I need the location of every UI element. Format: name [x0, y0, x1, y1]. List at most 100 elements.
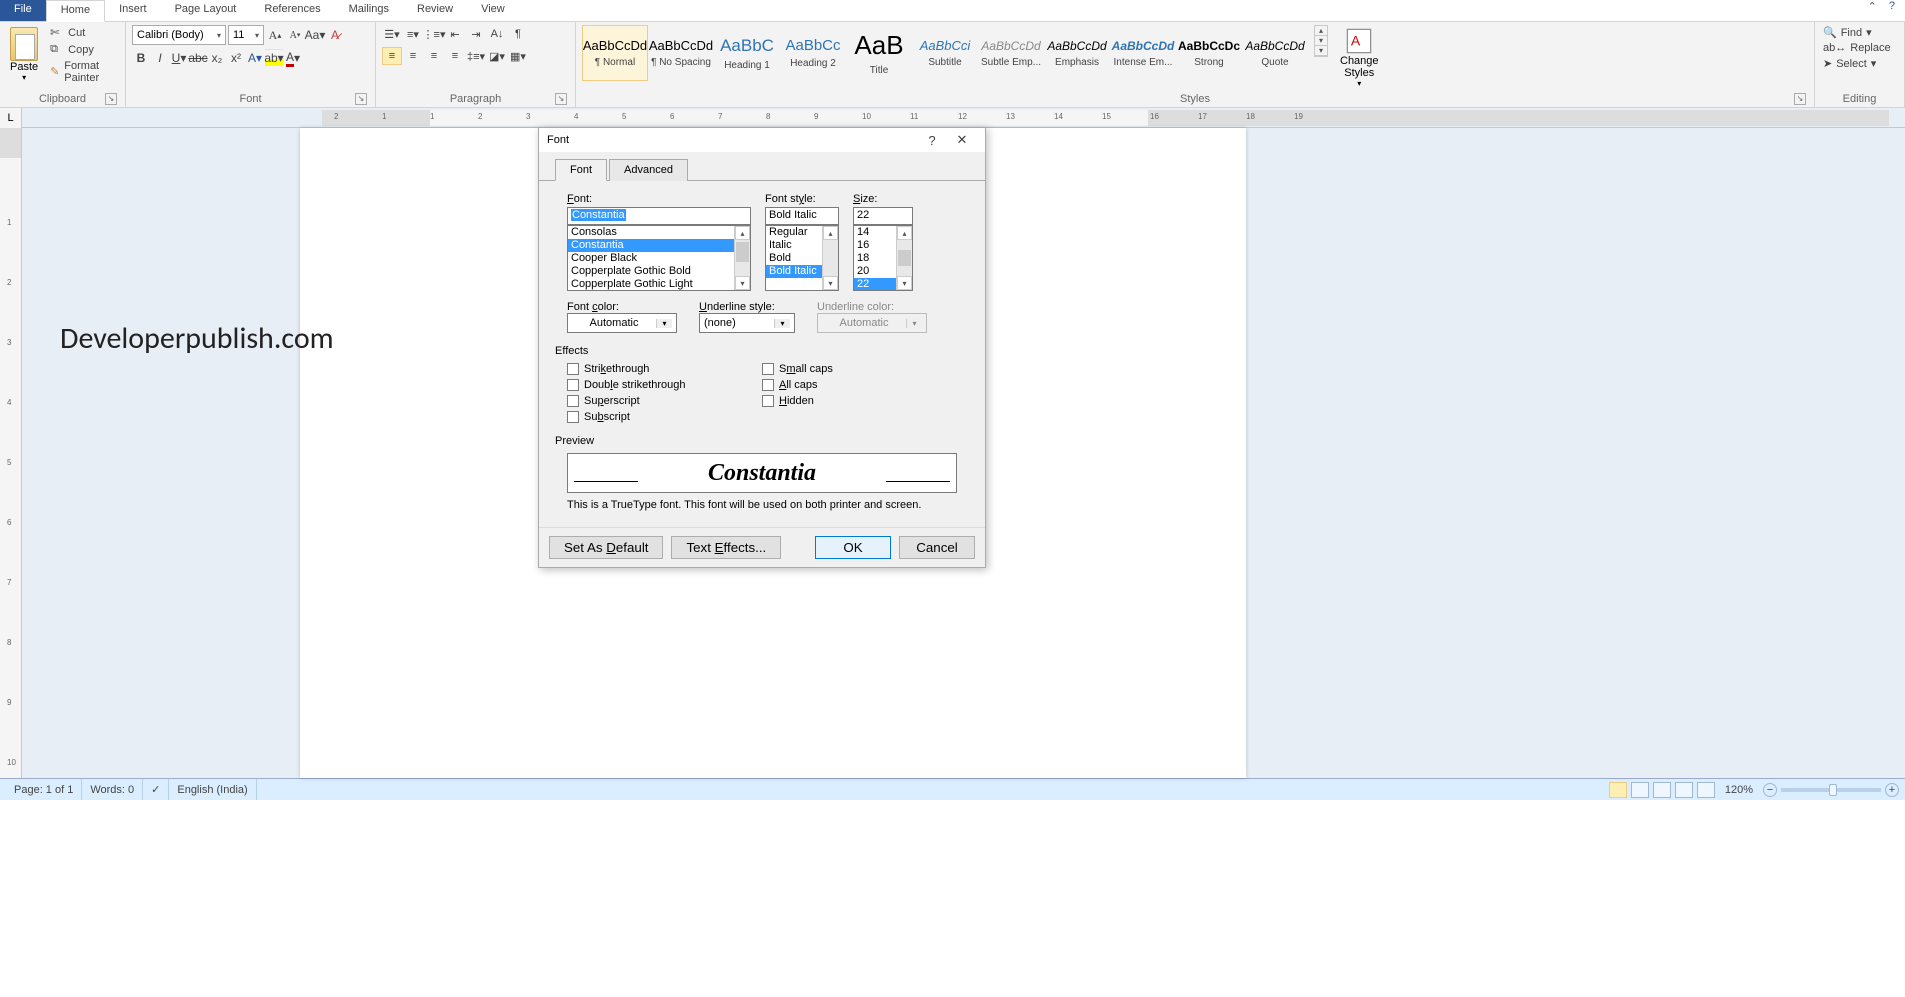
grow-font-button[interactable]: A▴ — [266, 26, 284, 44]
styles-scroll[interactable]: ▴▾▾ — [1314, 25, 1328, 57]
view-web[interactable] — [1653, 782, 1671, 798]
paragraph-launcher[interactable]: ↘ — [555, 93, 567, 105]
tab-home[interactable]: Home — [46, 0, 105, 22]
size-list-scrollbar[interactable]: ▴▾ — [896, 226, 912, 290]
font-launcher[interactable]: ↘ — [355, 93, 367, 105]
subscript-checkbox[interactable]: Subscript — [567, 411, 762, 423]
align-center-button[interactable]: ≡ — [403, 47, 423, 65]
shrink-font-button[interactable]: A▾ — [286, 26, 304, 44]
cut-button[interactable]: ✄Cut — [48, 25, 119, 41]
bold-button[interactable]: B — [132, 49, 150, 67]
change-case-button[interactable]: Aa▾ — [306, 26, 324, 44]
tab-file[interactable]: File — [0, 0, 46, 21]
set-default-button[interactable]: Set As Default — [549, 536, 663, 559]
style-item-heading1[interactable]: AaBbCHeading 1 — [714, 25, 780, 81]
style-item-heading2[interactable]: AaBbCcHeading 2 — [780, 25, 846, 81]
font-style-list[interactable]: RegularItalicBoldBold Italic▴▾ — [765, 225, 839, 291]
style-item-subtleemp[interactable]: AaBbCcDdSubtle Emp... — [978, 25, 1044, 81]
font-list-item[interactable]: Copperplate Gothic Light — [568, 278, 750, 291]
help-icon[interactable]: ? — [1889, 0, 1895, 21]
text-effects-button[interactable]: A▾ — [246, 49, 264, 67]
font-list-item[interactable]: Constantia — [568, 239, 750, 252]
borders-button[interactable]: ▦▾ — [508, 47, 528, 65]
vertical-ruler[interactable]: 12345678910 — [0, 128, 22, 778]
zoom-slider[interactable] — [1781, 788, 1881, 792]
status-proofing[interactable]: ✓ — [143, 779, 169, 800]
justify-button[interactable]: ≡ — [445, 47, 465, 65]
status-words[interactable]: Words: 0 — [82, 779, 143, 800]
style-item-quote[interactable]: AaBbCcDdQuote — [1242, 25, 1308, 81]
superscript-button[interactable]: x² — [227, 49, 245, 67]
tab-mailings[interactable]: Mailings — [335, 0, 403, 21]
tab-selector[interactable]: L — [0, 108, 22, 128]
tab-insert[interactable]: Insert — [105, 0, 161, 21]
font-color-dropdown[interactable]: Automatic▾ — [567, 313, 677, 333]
horizontal-ruler[interactable]: 1234567891011121314151617181921 — [322, 110, 1889, 126]
sort-button[interactable]: A↓ — [487, 25, 507, 43]
font-color-button[interactable]: A▾ — [284, 49, 302, 67]
highlight-button[interactable]: ab▾ — [265, 49, 283, 67]
change-styles-button[interactable]: A Change Styles ▾ — [1334, 25, 1385, 90]
style-item-normal[interactable]: AaBbCcDd¶ Normal — [582, 25, 648, 81]
indent-button[interactable]: ⇥ — [466, 25, 486, 43]
font-size-input[interactable]: 22 — [853, 207, 913, 225]
all-caps-checkbox[interactable]: All caps — [762, 379, 957, 391]
select-button[interactable]: ➤Select ▾ — [1821, 56, 1898, 71]
ok-button[interactable]: OK — [815, 536, 891, 559]
status-page[interactable]: Page: 1 of 1 — [6, 779, 82, 800]
strikethrough-checkbox[interactable]: Strikethrough — [567, 363, 762, 375]
status-language[interactable]: English (India) — [169, 779, 256, 800]
zoom-level[interactable]: 120% — [1725, 784, 1753, 796]
show-marks-button[interactable]: ¶ — [508, 25, 528, 43]
font-family-combo[interactable]: Calibri (Body)▾ — [132, 25, 226, 45]
paste-button[interactable]: Paste ▾ — [6, 25, 42, 84]
tab-review[interactable]: Review — [403, 0, 467, 21]
font-style-input[interactable]: Bold Italic — [765, 207, 839, 225]
view-print-layout[interactable] — [1609, 782, 1627, 798]
view-outline[interactable] — [1675, 782, 1693, 798]
subscript-button[interactable]: x₂ — [208, 49, 226, 67]
dialog-titlebar[interactable]: Font ? ✕ — [539, 128, 985, 152]
cancel-button[interactable]: Cancel — [899, 536, 975, 559]
styles-launcher[interactable]: ↘ — [1794, 93, 1806, 105]
outdent-button[interactable]: ⇤ — [445, 25, 465, 43]
style-item-emphasis[interactable]: AaBbCcDdEmphasis — [1044, 25, 1110, 81]
italic-button[interactable]: I — [151, 49, 169, 67]
font-list-item[interactable]: Cooper Black — [568, 252, 750, 265]
font-name-list[interactable]: ConsolasConstantiaCooper BlackCopperplat… — [567, 225, 751, 291]
replace-button[interactable]: ab↔Replace — [1821, 41, 1898, 55]
clipboard-launcher[interactable]: ↘ — [105, 93, 117, 105]
hidden-checkbox[interactable]: Hidden — [762, 395, 957, 407]
multilevel-button[interactable]: ⋮≡▾ — [424, 25, 444, 43]
find-button[interactable]: 🔍Find ▾ — [1821, 25, 1898, 40]
small-caps-checkbox[interactable]: Small caps — [762, 363, 957, 375]
underline-button[interactable]: U▾ — [170, 49, 188, 67]
view-draft[interactable] — [1697, 782, 1715, 798]
font-list-item[interactable]: Copperplate Gothic Bold — [568, 265, 750, 278]
font-list-item[interactable]: Consolas — [568, 226, 750, 239]
bullets-button[interactable]: ☰▾ — [382, 25, 402, 43]
style-item-nospacing[interactable]: AaBbCcDd¶ No Spacing — [648, 25, 714, 81]
tab-view[interactable]: View — [467, 0, 519, 21]
superscript-checkbox[interactable]: Superscript — [567, 395, 762, 407]
dialog-tab-advanced[interactable]: Advanced — [609, 159, 688, 181]
style-item-strong[interactable]: AaBbCcDcStrong — [1176, 25, 1242, 81]
style-item-subtitle[interactable]: AaBbCciSubtitle — [912, 25, 978, 81]
font-size-combo[interactable]: 11▾ — [228, 25, 264, 45]
tab-pagelayout[interactable]: Page Layout — [161, 0, 251, 21]
text-effects-button-dlg[interactable]: Text Effects... — [671, 536, 781, 559]
view-fullscreen[interactable] — [1631, 782, 1649, 798]
styles-gallery[interactable]: AaBbCcDd¶ NormalAaBbCcDd¶ No SpacingAaBb… — [582, 25, 1308, 81]
dialog-close-button[interactable]: ✕ — [947, 132, 977, 148]
font-list-scrollbar[interactable]: ▴▾ — [734, 226, 750, 290]
ribbon-minimize-icon[interactable]: ⌃ — [1868, 0, 1877, 21]
font-name-input[interactable]: Constantia — [567, 207, 751, 225]
style-item-title[interactable]: AaBTitle — [846, 25, 912, 81]
font-size-list[interactable]: 1416182022▴▾ — [853, 225, 913, 291]
format-painter-button[interactable]: ✎Format Painter — [48, 59, 119, 85]
zoom-in-button[interactable]: + — [1885, 783, 1899, 797]
underline-style-dropdown[interactable]: (none)▾ — [699, 313, 795, 333]
zoom-out-button[interactable]: − — [1763, 783, 1777, 797]
line-spacing-button[interactable]: ‡≡▾ — [466, 47, 486, 65]
dialog-help-button[interactable]: ? — [917, 133, 947, 148]
